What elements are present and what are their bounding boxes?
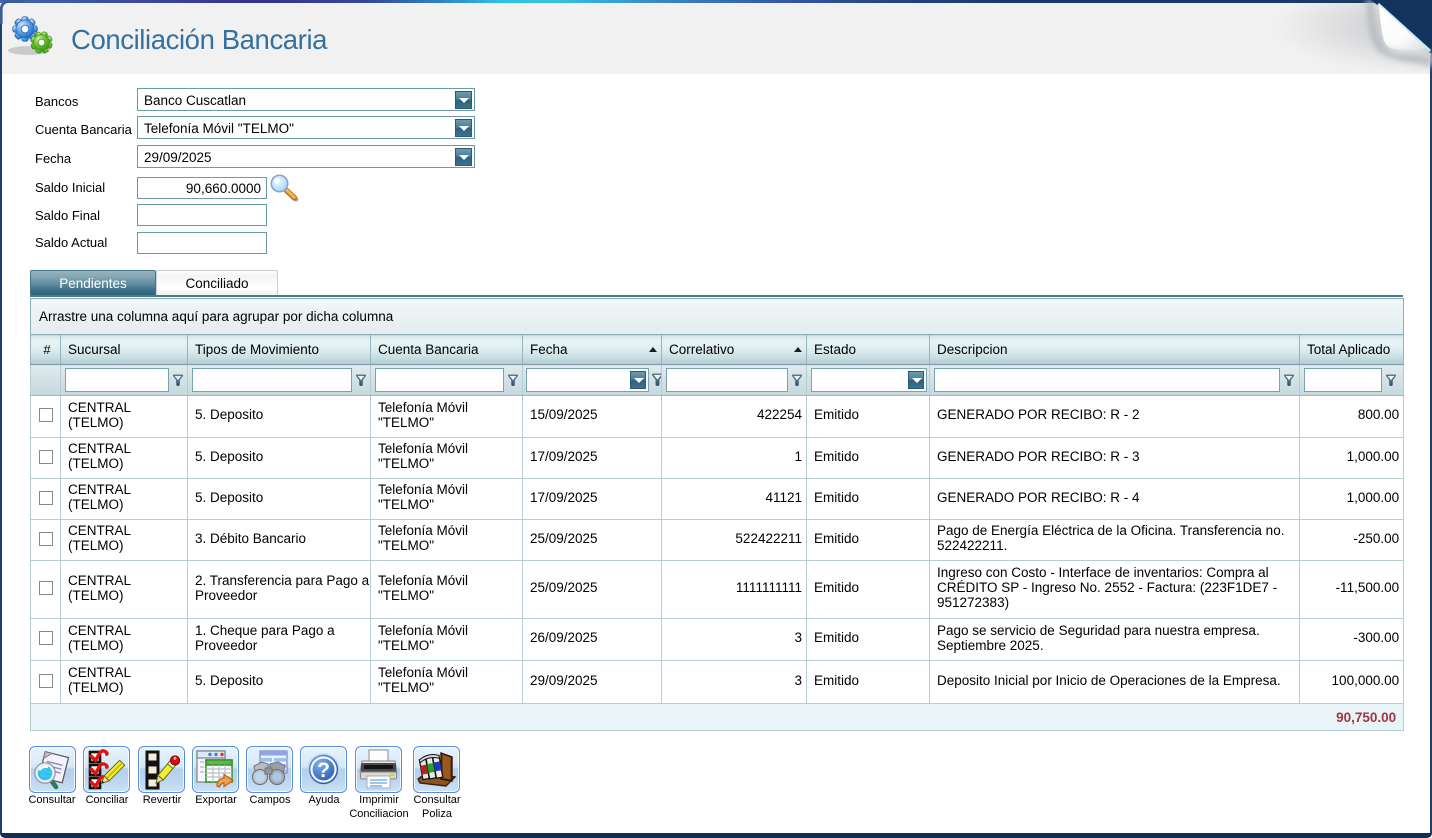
svg-text:?: ? — [317, 759, 330, 782]
